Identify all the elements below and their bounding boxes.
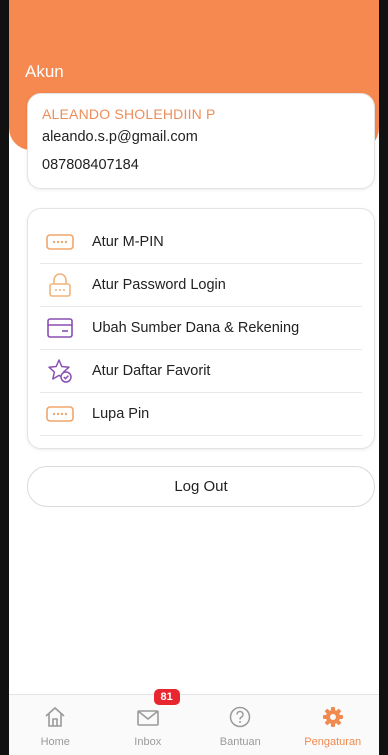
mail-icon [136,706,160,733]
nav-pengaturan-label: Pengaturan [304,736,362,748]
nav-home[interactable]: Home [9,695,102,755]
menu-item-daftar-favorit[interactable]: Atur Daftar Favorit [40,350,362,393]
nav-home-label: Home [40,736,70,748]
settings-menu: Atur M-PIN Atur Password Login Ubah Sumb… [27,208,375,449]
nav-bantuan[interactable]: Bantuan [194,695,287,755]
menu-item-lupa-pin[interactable]: Lupa Pin [40,393,362,436]
home-icon [44,706,66,733]
menu-item-atur-mpin[interactable]: Atur M-PIN [40,221,362,264]
gear-icon [322,706,344,733]
bottom-nav: Home 81 Inbox Bantuan Pengaturan [9,689,380,755]
page-title: Akun [25,62,64,81]
logout-button[interactable]: Log Out [27,466,375,507]
app-screen: Akun ALEANDO SHOLEHDIIN P aleando.s.p@gm… [0,0,388,755]
inbox-badge: 81 [153,689,180,705]
menu-item-label: Atur M-PIN [92,234,164,250]
account-phone: 087808407184 [42,157,139,173]
pin-keypad-icon [44,229,76,255]
menu-item-atur-password[interactable]: Atur Password Login [40,264,362,307]
account-email: aleando.s.p@gmail.com [42,129,198,145]
menu-item-label: Lupa Pin [92,406,150,422]
card-icon [44,315,76,341]
account-card: ALEANDO SHOLEHDIIN P aleando.s.p@gmail.c… [27,93,375,189]
nav-bantuan-label: Bantuan [219,736,261,748]
help-icon [229,706,251,733]
lock-icon [44,272,76,298]
nav-pengaturan[interactable]: Pengaturan [287,695,380,755]
menu-item-sumber-dana[interactable]: Ubah Sumber Dana & Rekening [40,307,362,350]
nav-inbox-label: Inbox [134,736,162,748]
menu-item-label: Atur Password Login [92,277,226,293]
star-check-icon [44,358,76,384]
account-name: ALEANDO SHOLEHDIIN P [42,106,216,122]
menu-item-label: Atur Daftar Favorit [92,363,211,379]
pin-keypad-icon [44,401,76,427]
menu-item-label: Ubah Sumber Dana & Rekening [92,320,300,336]
nav-inbox[interactable]: 81 Inbox [102,689,195,755]
